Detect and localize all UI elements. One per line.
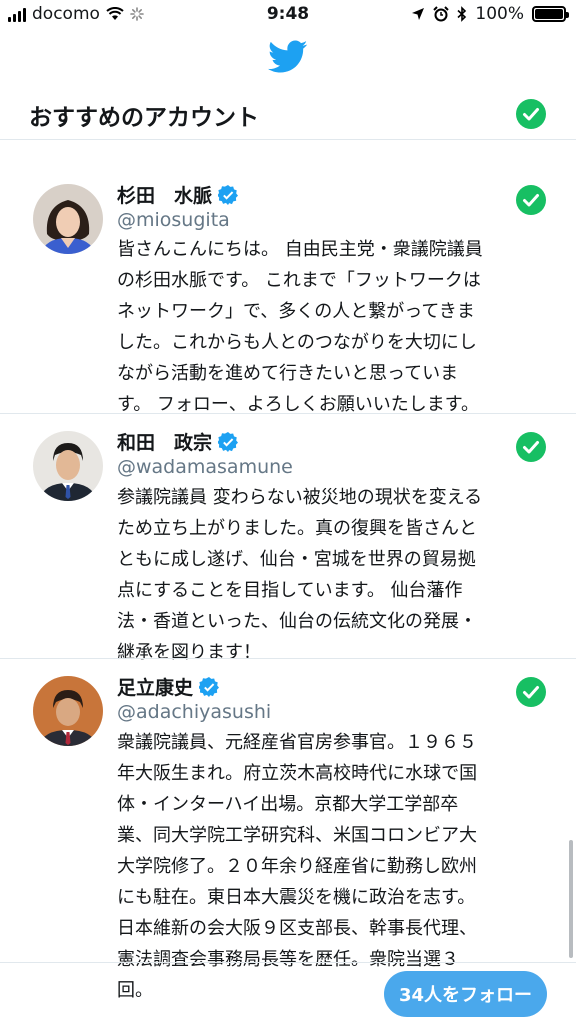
follow-all-button[interactable]: 34人をフォロー [384, 971, 547, 1017]
account-name: 和田 政宗 [117, 432, 213, 454]
alarm-icon [433, 6, 450, 22]
battery-icon [532, 6, 569, 22]
avatar[interactable] [33, 184, 103, 254]
status-bar: docomo 9:48 100% [0, 0, 576, 30]
account-name: 杉田 水脈 [117, 185, 213, 207]
avatar[interactable] [33, 431, 103, 501]
verified-badge-icon [218, 431, 239, 452]
avatar[interactable] [33, 676, 103, 746]
divider [0, 139, 576, 140]
scrollbar[interactable] [569, 840, 573, 958]
location-arrow-icon [412, 8, 425, 20]
divider [0, 413, 576, 414]
check-circle-icon[interactable] [516, 99, 546, 129]
battery-percent: 100% [475, 4, 524, 24]
account-bio: 皆さんこんにちは。 自由民主党・衆議院議員 の杉田水脈です。 これまで「フットワ… [117, 239, 483, 415]
account-bio: 衆議院議員、元経産省官房参事官。１９６５ 年大阪生まれ。府立茨木高校時代に水球で… [117, 732, 478, 1001]
check-circle-icon[interactable] [516, 185, 546, 215]
divider [0, 962, 576, 963]
section-title: おすすめのアカウント [29, 105, 259, 131]
account-handle[interactable]: @adachiyasushi [117, 701, 271, 723]
twitter-bird-icon [268, 40, 308, 73]
check-circle-icon[interactable] [516, 432, 546, 462]
verified-badge-icon [218, 184, 239, 205]
bluetooth-icon [457, 6, 467, 22]
check-circle-icon[interactable] [516, 677, 546, 707]
account-bio: 参議院議員 変わらない被災地の現状を変える ため立ち上がりました。真の復興を皆さ… [117, 487, 483, 663]
account-name: 足立康史 [117, 677, 194, 699]
account-handle[interactable]: @miosugita [117, 209, 230, 231]
divider [0, 658, 576, 659]
verified-badge-icon [199, 676, 220, 697]
account-handle[interactable]: @wadamasamune [117, 456, 293, 478]
